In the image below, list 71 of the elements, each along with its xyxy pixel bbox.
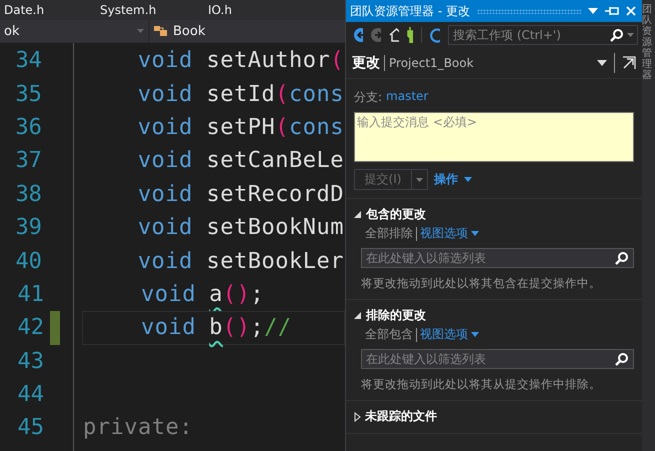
file-tab[interactable]: IO.h [204, 3, 236, 17]
panel-title: 团队资源管理器 - 更改 [350, 2, 470, 20]
line-number: 41 [16, 282, 44, 307]
code-line: void setPH(cons [136, 114, 344, 140]
line-number: 35 [14, 82, 42, 107]
undock-icon[interactable] [622, 56, 636, 70]
line-number: 43 [16, 348, 44, 374]
line-number: 37 [14, 148, 42, 174]
line-number: 39 [14, 215, 42, 240]
section-title[interactable]: 排除的更改 [366, 307, 426, 324]
class-icon [154, 25, 168, 37]
dropdown-icon[interactable] [597, 60, 607, 66]
caret-icon [627, 33, 634, 37]
collapse-icon[interactable] [354, 210, 362, 218]
commit-dropdown-button[interactable] [412, 169, 428, 190]
filter-field[interactable]: 在此处键入以筛选列表 [361, 349, 634, 369]
line-number: 45 [16, 415, 44, 440]
line-number: 34 [14, 48, 42, 74]
view-options-link[interactable]: 视图选项 [420, 326, 468, 343]
line-number: 44 [16, 382, 44, 408]
collapse-icon[interactable] [354, 312, 362, 320]
home-icon[interactable] [388, 28, 399, 42]
pin-icon[interactable] [605, 6, 619, 16]
search-icon [615, 252, 628, 265]
search-field[interactable]: 搜索工作项 (Ctrl+') [448, 25, 638, 45]
drop-hint: 将更改拖动到此处以将其包含在提交操作中。 [361, 276, 602, 291]
code-line: void setAuthor( [136, 48, 344, 74]
plug-icon[interactable] [406, 27, 414, 43]
caret-icon [416, 178, 423, 182]
search-icon [615, 353, 628, 366]
scope-dropdown[interactable]: ok [0, 20, 148, 42]
member-dropdown[interactable]: Book [150, 20, 345, 42]
project-name: Project1_Book [389, 56, 475, 70]
section-title[interactable]: 未跟踪的文件 [365, 408, 437, 425]
branch-label: 分支: [354, 89, 382, 106]
branch-link[interactable]: master [386, 89, 428, 106]
refresh-icon[interactable] [430, 28, 440, 42]
close-icon[interactable] [626, 6, 636, 16]
back-icon[interactable] [354, 28, 364, 42]
code-line: void setCanBeLe [136, 148, 344, 174]
file-tab[interactable]: System.h [96, 3, 204, 17]
forward-icon[interactable] [371, 28, 381, 42]
file-tab[interactable]: Date.h [0, 3, 96, 17]
drop-hint: 将更改拖动到此处以将其从提交操作中排除。 [361, 377, 602, 392]
caret-icon [137, 29, 144, 33]
line-number: 42 [16, 315, 44, 340]
code-line: void b();// [140, 315, 292, 340]
section-action-link[interactable]: 全部包含 [365, 326, 413, 343]
code-line: void a(); [140, 282, 264, 307]
side-rail-tab[interactable]: 团队资源管理器 [642, 4, 652, 81]
code-line: void setBookLer [136, 248, 344, 274]
section-action-link[interactable]: 全部排除 [365, 225, 413, 242]
commit-message-field[interactable]: 输入提交消息 <必填> [354, 112, 634, 162]
caret-icon [471, 231, 479, 236]
change-marker [50, 311, 60, 345]
view-options-link[interactable]: 视图选项 [420, 225, 468, 242]
line-number: 40 [14, 248, 42, 274]
actions-link[interactable]: 操作 [434, 171, 458, 188]
search-icon [610, 29, 623, 42]
code-line: void setBookNum [136, 215, 344, 240]
code-line: void setRecordD [136, 182, 344, 207]
filter-field[interactable]: 在此处键入以筛选列表 [361, 248, 634, 268]
section-title[interactable]: 包含的更改 [366, 206, 426, 223]
page-title: 更改 [352, 54, 380, 72]
line-number: 36 [14, 114, 42, 140]
line-number: 38 [14, 182, 42, 207]
caret-icon [471, 332, 479, 337]
code-line: void setId(cons [136, 82, 344, 107]
code-line: private: [83, 415, 193, 440]
caret-icon [464, 177, 472, 182]
expand-icon[interactable] [354, 412, 361, 422]
